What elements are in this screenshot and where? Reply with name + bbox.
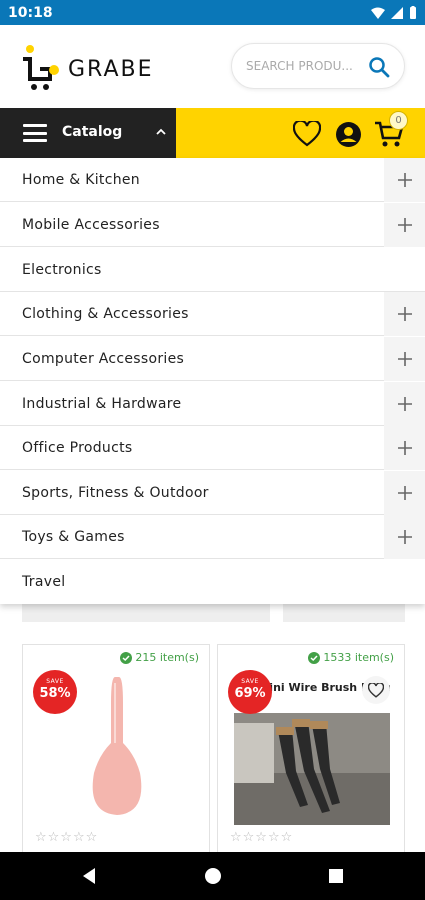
filter-view[interactable] — [283, 604, 405, 622]
wifi-icon — [371, 7, 385, 19]
plus-icon — [397, 173, 412, 187]
expand-button[interactable] — [384, 292, 425, 336]
stock-count: 215 item(s) — [135, 651, 199, 664]
save-label: SAVE — [241, 678, 259, 685]
category-item[interactable]: Travel — [0, 560, 425, 604]
logo-cart-icon — [23, 45, 59, 90]
catalog-label: Catalog — [62, 124, 123, 140]
filter-bar — [0, 604, 425, 644]
logo-text: GRABE — [68, 57, 154, 82]
status-icons — [371, 6, 417, 19]
category-item[interactable]: Industrial & Hardware — [0, 382, 425, 426]
plus-icon — [397, 397, 412, 411]
home-icon[interactable] — [203, 866, 223, 886]
battery-icon — [410, 6, 416, 19]
wishlist-heart-icon[interactable] — [293, 121, 321, 147]
heart-icon — [368, 682, 384, 698]
status-bar: 10:18 — [0, 0, 425, 25]
plus-icon — [397, 307, 412, 321]
menu-icon — [23, 124, 47, 142]
stock-status: 215 item(s) — [120, 651, 199, 664]
category-item[interactable]: Sports, Fitness & Outdoor — [0, 471, 425, 515]
add-to-wishlist-button[interactable] — [362, 676, 390, 704]
expand-button[interactable] — [384, 426, 425, 470]
product-card[interactable]: 1533 item(s) SAVE 69% ecs Mini Wire Brus… — [217, 644, 405, 854]
logo[interactable]: GRABE — [20, 45, 170, 95]
rating-stars: ☆☆☆☆☆ — [230, 830, 294, 845]
stock-status: 1533 item(s) — [308, 651, 394, 664]
search-icon[interactable] — [367, 55, 391, 79]
account-icon[interactable] — [335, 121, 362, 148]
category-item[interactable]: Toys & Games — [0, 515, 425, 559]
category-name: Mobile Accessories — [22, 216, 160, 233]
category-name: Toys & Games — [22, 528, 125, 545]
category-dropdown: Home & Kitchen Mobile Accessories Electr… — [0, 158, 425, 604]
search-input[interactable] — [246, 56, 358, 76]
category-name: Computer Accessories — [22, 350, 185, 367]
category-name: Travel — [22, 574, 66, 590]
category-item[interactable]: Electronics — [0, 248, 425, 292]
check-icon — [120, 651, 133, 664]
save-percent: 69% — [234, 686, 266, 701]
check-icon — [308, 651, 321, 664]
status-time: 10:18 — [8, 4, 53, 21]
signal-icon — [391, 6, 403, 19]
chevron-up-icon — [156, 128, 166, 135]
expand-button[interactable] — [384, 158, 425, 202]
category-name: Home & Kitchen — [22, 171, 140, 188]
save-label: SAVE — [46, 678, 64, 685]
catalog-button[interactable]: Catalog — [0, 108, 176, 158]
category-item[interactable]: Mobile Accessories — [0, 203, 425, 247]
category-name: Sports, Fitness & Outdoor — [22, 484, 209, 501]
stock-count: 1533 item(s) — [323, 651, 394, 664]
product-card[interactable]: 215 item(s) SAVE 58% ☆☆☆☆☆ — [22, 644, 210, 854]
category-name: Clothing & Accessories — [22, 305, 189, 322]
expand-button[interactable] — [384, 515, 425, 559]
system-nav-bar — [0, 852, 425, 900]
expand-button[interactable] — [384, 337, 425, 381]
recents-icon[interactable] — [326, 866, 346, 886]
app-header: GRABE — [0, 25, 425, 108]
save-badge: SAVE 58% — [33, 670, 77, 714]
plus-icon — [397, 441, 412, 455]
plus-icon — [397, 218, 412, 232]
save-percent: 58% — [39, 686, 71, 701]
save-badge: SAVE 69% — [228, 670, 272, 714]
plus-icon — [397, 530, 412, 544]
cart-count-badge: 0 — [389, 111, 408, 130]
back-icon[interactable] — [79, 866, 99, 886]
nav-bar: Catalog 0 — [0, 108, 425, 158]
filter-sort[interactable] — [22, 604, 270, 622]
search-box[interactable] — [231, 43, 405, 89]
category-name: Electronics — [22, 261, 102, 278]
rating-stars: ☆☆☆☆☆ — [35, 830, 99, 845]
category-item[interactable]: Computer Accessories — [0, 337, 425, 381]
category-name: Office Products — [22, 439, 133, 456]
category-name: Industrial & Hardware — [22, 395, 182, 412]
expand-button[interactable] — [384, 203, 425, 247]
category-item[interactable]: Office Products — [0, 426, 425, 470]
category-item[interactable]: Home & Kitchen — [0, 158, 425, 202]
expand-button[interactable] — [384, 471, 425, 515]
expand-button[interactable] — [384, 382, 425, 426]
category-item[interactable]: Clothing & Accessories — [0, 292, 425, 336]
plus-icon — [397, 486, 412, 500]
plus-icon — [397, 352, 412, 366]
